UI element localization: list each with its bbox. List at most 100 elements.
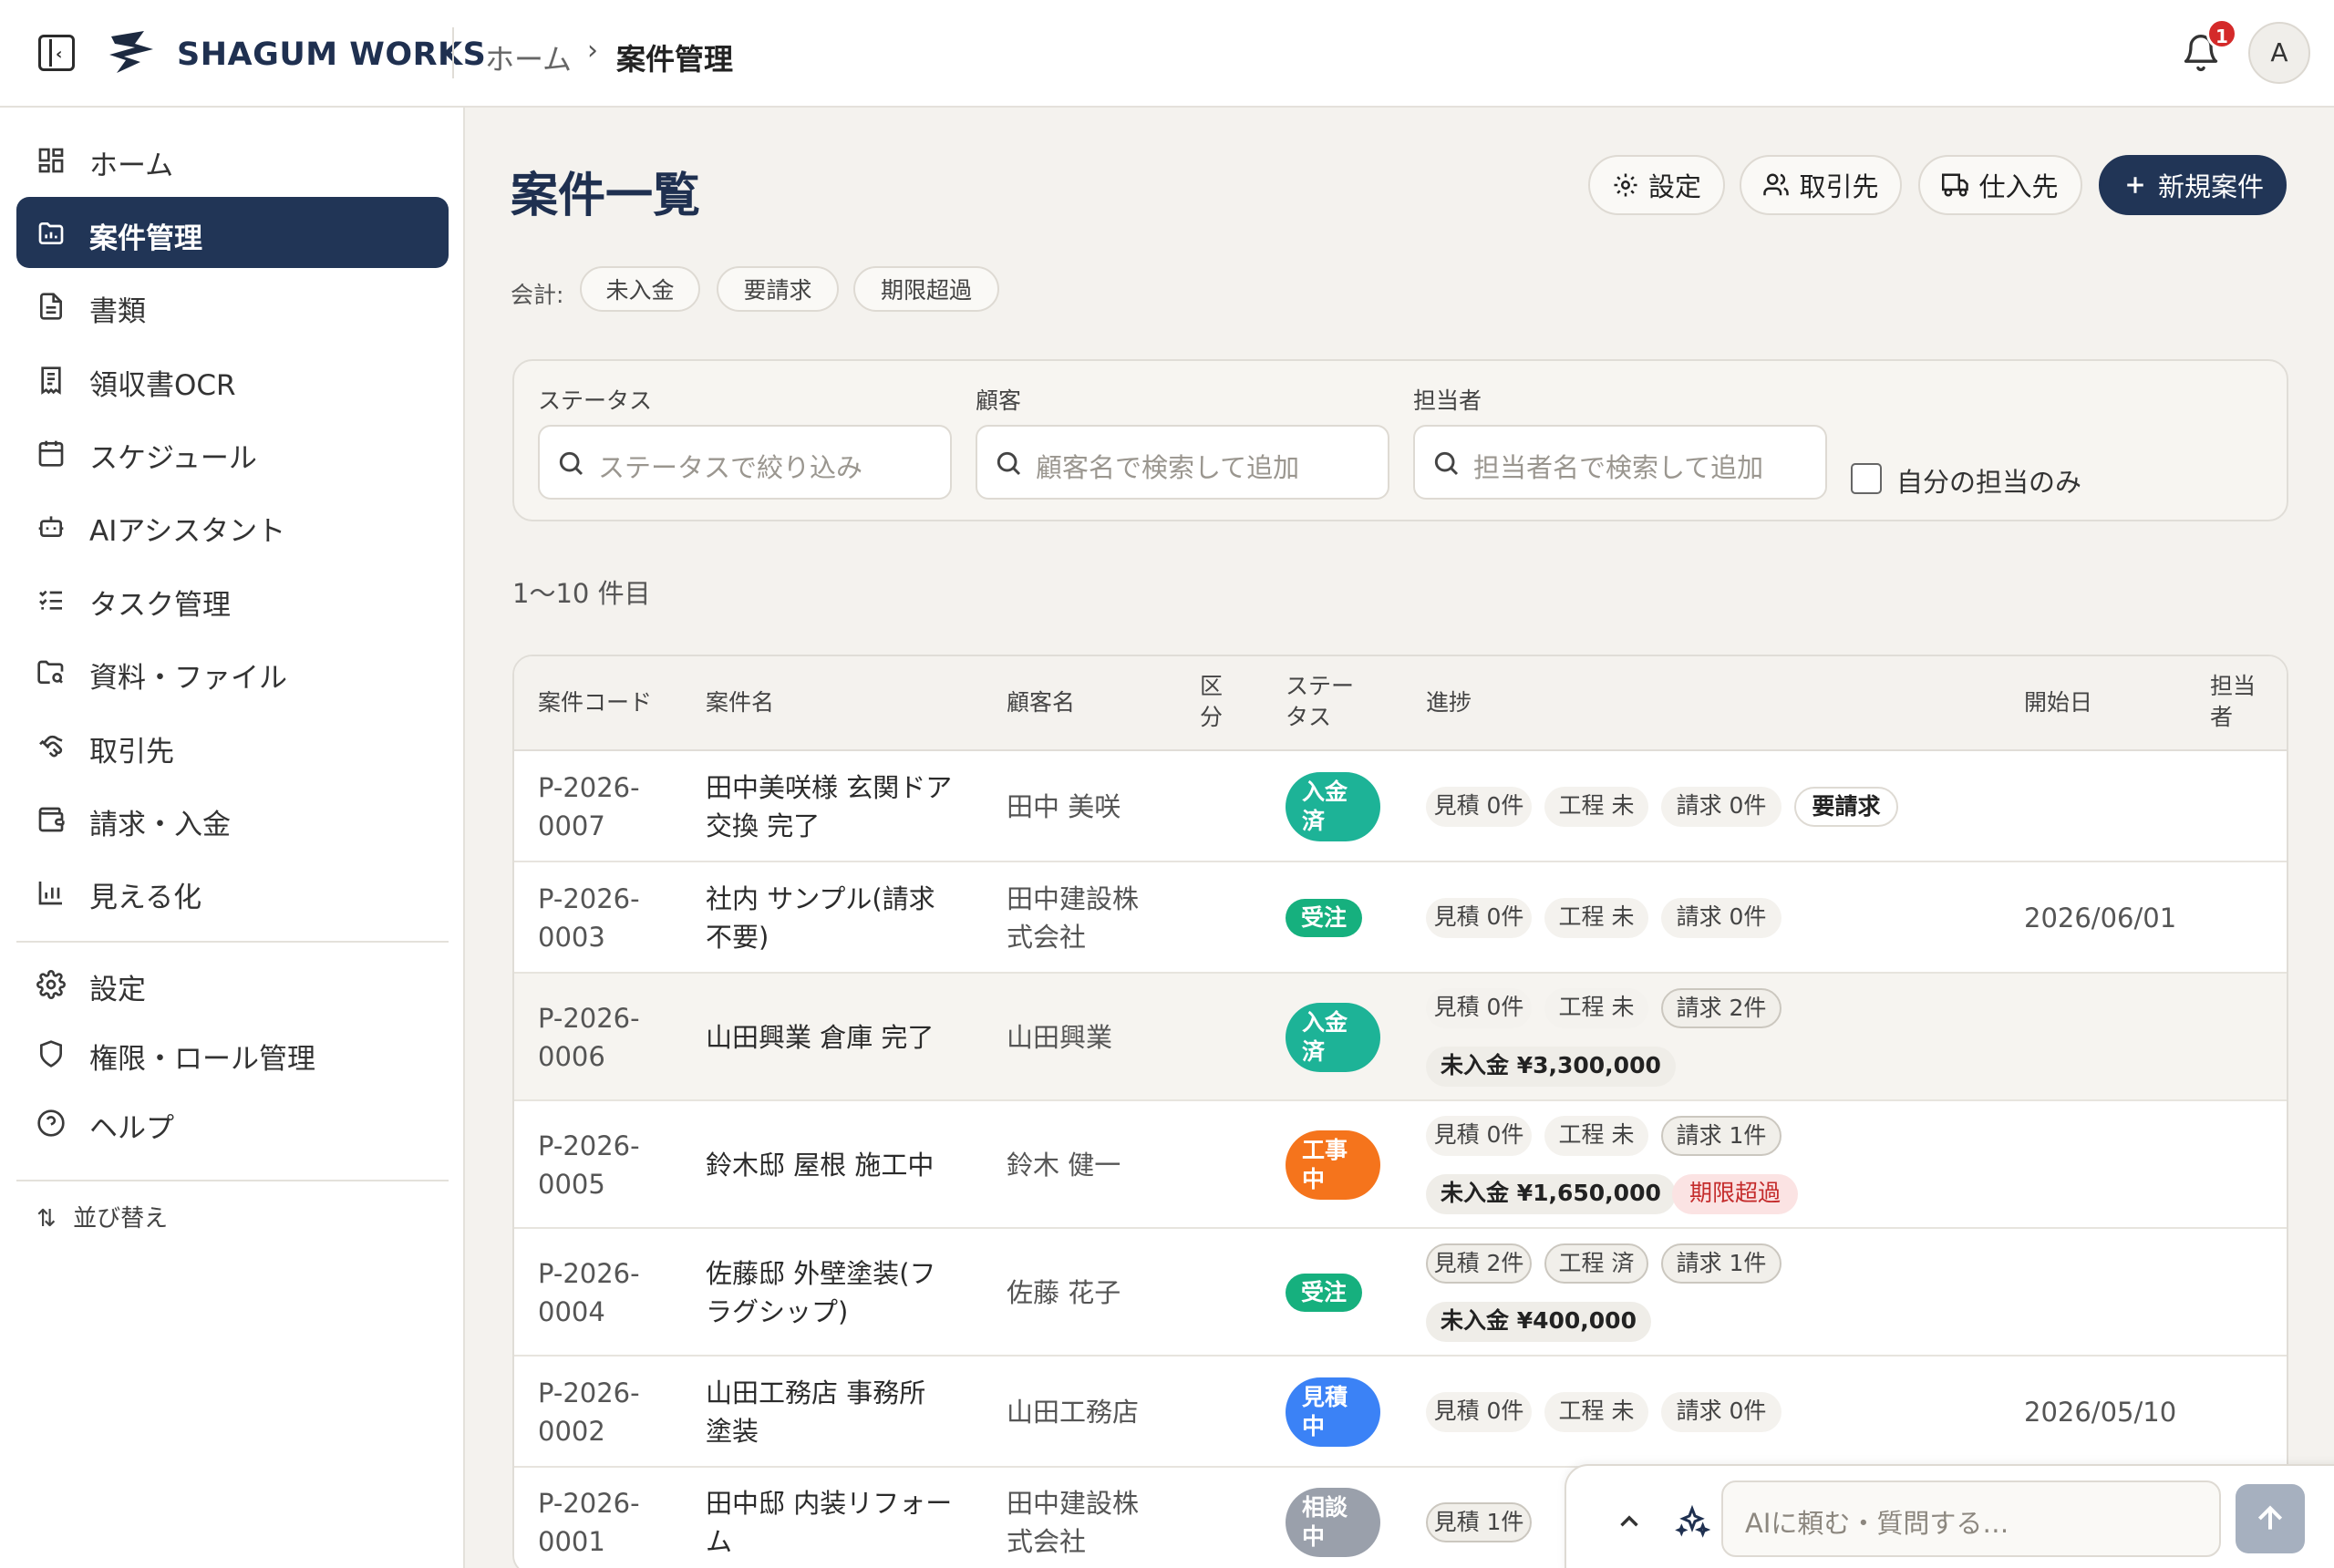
work-pill: 工程 未: [1544, 1116, 1648, 1156]
sidebar-item-documents[interactable]: 書類: [16, 270, 449, 341]
th-code[interactable]: 案件コード: [538, 687, 652, 718]
calendar-icon: [38, 440, 64, 467]
assignee-filter-placeholder: 担当者名で検索して追加: [1473, 452, 1764, 483]
sidebar-item-label: 見える化: [89, 882, 202, 914]
sidebar-item-label: 書類: [89, 295, 146, 328]
sidebar-item-settings[interactable]: 設定: [16, 948, 449, 1019]
invoice-pill: 請求 1件: [1661, 1243, 1781, 1284]
sidebar-item-billing[interactable]: 請求・入金: [16, 783, 449, 854]
chip-unpaid[interactable]: 未入金: [580, 266, 700, 312]
project-code: P-2026- 0006: [538, 1003, 640, 1072]
sidebar-item-label: 資料・ファイル: [89, 662, 287, 695]
sidebar-divider: [16, 1180, 449, 1181]
search-icon: [997, 451, 1021, 476]
sidebar-item-help[interactable]: ヘルプ: [16, 1087, 449, 1158]
th-name[interactable]: 案件名: [706, 687, 774, 718]
table-row[interactable]: P-2026- 0005 鈴木邸 屋根 施工中 鈴木 健一 工事 中 見積 0件 工程 未…: [514, 1101, 2287, 1229]
sort-button[interactable]: ⇅ 並び替え: [36, 1200, 168, 1233]
send-button[interactable]: [2236, 1484, 2305, 1553]
new-project-button[interactable]: 新規案件: [2099, 155, 2287, 215]
bar-chart-icon: [38, 882, 62, 905]
sidebar-item-label: ヘルプ: [89, 1112, 174, 1145]
mine-only-checkbox[interactable]: [1851, 463, 1882, 494]
settings-button[interactable]: 設定: [1588, 155, 1725, 215]
th-status[interactable]: ステー タス: [1286, 671, 1354, 733]
result-range: 1〜10 件目: [512, 578, 651, 609]
project-code: P-2026- 0005: [538, 1130, 640, 1200]
work-pill: 工程 済: [1544, 1243, 1648, 1284]
start-date: 2026/05/10: [2024, 1397, 2177, 1428]
table-row[interactable]: P-2026- 0003 社内 サンプル(請求 不要) 田中建設株 式会社 受注 見積 …: [514, 862, 2287, 974]
project-name[interactable]: 鈴木邸 屋根 施工中: [706, 1146, 934, 1184]
project-name[interactable]: 田中美咲様 玄関ドア 交換 完了: [706, 769, 952, 845]
sidebar-item-label: 取引先: [89, 736, 174, 769]
sidebar-item-home[interactable]: ホーム: [16, 124, 449, 195]
table-row[interactable]: P-2026- 0006 山田興業 倉庫 完了 山田興業 入金 済 見積 0件 工程 未請…: [514, 974, 2287, 1101]
ai-assistant-bar: AIに頼む・質問する…: [1565, 1464, 2334, 1568]
th-assignee[interactable]: 担当 者: [2210, 671, 2256, 733]
customer-name: 山田工務店: [1007, 1397, 1140, 1428]
table-row[interactable]: P-2026- 0007 田中美咲様 玄関ドア 交換 完了 田中 美咲 入金 済 見積 …: [514, 751, 2287, 862]
new-project-button-label: 新規案件: [2157, 171, 2264, 202]
needs-invoice-tag[interactable]: 要請求: [1794, 787, 1898, 827]
sidebar-toggle-icon[interactable]: ‹: [38, 35, 75, 71]
users-icon: [1763, 173, 1790, 196]
assignee-filter-input[interactable]: 担当者名で検索して追加: [1413, 425, 1827, 500]
brand-name[interactable]: SHAGUM WORKS: [177, 36, 486, 73]
ai-prompt-input[interactable]: AIに頼む・質問する…: [1721, 1480, 2221, 1557]
status-filter-input[interactable]: ステータスで絞り込み: [538, 425, 952, 500]
customer-filter-label: 顧客: [976, 387, 1022, 414]
sidebar-item-files[interactable]: 資料・ファイル: [16, 636, 449, 707]
project-name[interactable]: 田中邸 内装リフォー ム: [706, 1484, 952, 1561]
breadcrumb-home[interactable]: ホーム: [485, 36, 572, 78]
chevron-up-icon[interactable]: [1614, 1506, 1645, 1537]
top-header: ‹ SHAGUM WORKS ホーム › 案件管理 1 A: [0, 0, 2334, 108]
sidebar-item-partners[interactable]: 取引先: [16, 710, 449, 781]
suppliers-button[interactable]: 仕入先: [1918, 155, 2082, 215]
status-badge: 受注: [1286, 1274, 1362, 1312]
mine-only-label[interactable]: 自分の担当のみ: [1896, 461, 2081, 500]
work-pill: 工程 未: [1544, 988, 1648, 1028]
sidebar-item-label: タスク管理: [89, 589, 231, 622]
folder-chart-icon: [38, 222, 64, 244]
grid-icon: [38, 148, 64, 173]
unpaid-amount-pill: 未入金 ¥400,000: [1426, 1302, 1651, 1342]
status-badge: 相談 中: [1286, 1488, 1380, 1557]
th-category[interactable]: 区 分: [1200, 671, 1223, 733]
sidebar-item-tasks[interactable]: タスク管理: [16, 563, 449, 634]
sidebar-item-permissions[interactable]: 権限・ロール管理: [16, 1017, 449, 1088]
sidebar-item-analytics[interactable]: 見える化: [16, 856, 449, 927]
customer-filter-input[interactable]: 顧客名で検索して追加: [976, 425, 1389, 500]
ai-prompt-placeholder: AIに頼む・質問する…: [1745, 1508, 2009, 1539]
assignee-filter-label: 担当者: [1413, 387, 1482, 414]
sidebar-item-schedule[interactable]: スケジュール: [16, 417, 449, 488]
table-row[interactable]: P-2026- 0004 佐藤邸 外壁塗装(フ ラグシップ) 佐藤 花子 受注 見積 2…: [514, 1229, 2287, 1357]
project-name[interactable]: 山田興業 倉庫 完了: [706, 1018, 934, 1057]
th-customer[interactable]: 顧客名: [1007, 687, 1075, 718]
th-start-date[interactable]: 開始日: [2024, 687, 2092, 718]
page-title: 案件一覧: [511, 169, 701, 223]
document-icon: [40, 293, 62, 320]
project-code: P-2026- 0001: [538, 1488, 640, 1557]
sidebar-item-label: 領収書OCR: [89, 369, 236, 402]
invoice-pill: 請求 0件: [1661, 898, 1781, 938]
sidebar-item-ai-assistant[interactable]: AIアシスタント: [16, 490, 449, 561]
project-name[interactable]: 山田工務店 事務所 塗装: [706, 1374, 925, 1450]
chip-overdue[interactable]: 期限超過: [853, 266, 999, 312]
clients-button[interactable]: 取引先: [1740, 155, 1902, 215]
table-row[interactable]: P-2026- 0002 山田工務店 事務所 塗装 山田工務店 見積 中 見積 0件 工程…: [514, 1357, 2287, 1468]
sidebar-item-label: AIアシスタント: [89, 515, 286, 548]
chip-needs-invoice[interactable]: 要請求: [717, 266, 839, 312]
sidebar-item-receipt-ocr[interactable]: 領収書OCR: [16, 344, 449, 415]
sidebar-item-projects[interactable]: 案件管理: [16, 197, 449, 268]
project-code: P-2026- 0007: [538, 772, 640, 841]
project-name[interactable]: 佐藤邸 外壁塗装(フ ラグシップ): [706, 1254, 936, 1331]
projects-table: 案件コード 案件名 顧客名 区 分 ステー タス 進捗 開始日 担当 者 P-2…: [512, 655, 2288, 1568]
customer-name: 田中建設株 式会社: [1007, 883, 1140, 953]
invoice-pill: 請求 0件: [1661, 787, 1781, 827]
status-badge: 入金 済: [1286, 772, 1380, 841]
truck-icon: [1942, 173, 1969, 197]
customer-name: 佐藤 花子: [1007, 1277, 1121, 1308]
project-name[interactable]: 社内 サンプル(請求 不要): [706, 880, 935, 956]
user-avatar[interactable]: A: [2248, 22, 2310, 84]
